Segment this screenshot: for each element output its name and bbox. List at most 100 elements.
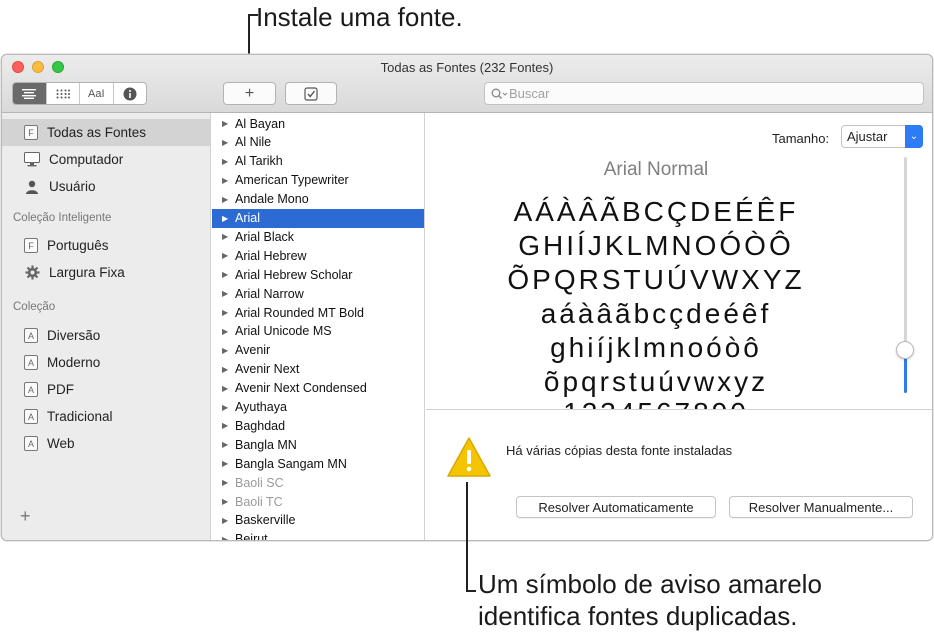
disclosure-triangle-icon[interactable]: ▶ <box>222 497 230 506</box>
font-list-item[interactable]: ▶ Arial Black <box>212 227 424 246</box>
search-field[interactable] <box>484 82 924 105</box>
font-list-item[interactable]: ▶ Bangla MN <box>212 435 424 454</box>
disclosure-triangle-icon[interactable]: ▶ <box>222 195 230 204</box>
font-list-item[interactable]: ▶ Arial Narrow <box>212 284 424 303</box>
disclosure-triangle-icon[interactable]: ▶ <box>222 119 230 128</box>
font-family-name: Arial Narrow <box>235 286 304 301</box>
disclosure-triangle-icon[interactable]: ▶ <box>222 308 230 317</box>
disclosure-triangle-icon[interactable]: ▶ <box>222 365 230 374</box>
resolve-manually-button[interactable]: Resolver Manualmente... <box>729 496 913 518</box>
disclosure-triangle-icon[interactable]: ▶ <box>222 138 230 147</box>
font-family-name: Al Tarikh <box>235 154 283 169</box>
font-list-item[interactable]: ▶ Baoli SC <box>212 473 424 492</box>
font-family-name: Avenir Next <box>235 362 300 377</box>
font-list-item[interactable]: ▶ Al Nile <box>212 133 424 152</box>
disclosure-triangle-icon[interactable]: ▶ <box>222 270 230 279</box>
font-list-item[interactable]: ▶ Arial Hebrew <box>212 246 424 265</box>
preview-line: 1234567890 <box>426 397 886 409</box>
sidebar-item-label: PDF <box>47 382 74 397</box>
sidebar-item-usuario[interactable]: Usuário <box>2 173 211 200</box>
sidebar-item-label: Computador <box>49 152 124 167</box>
sidebar-item-diversao[interactable]: A Diversão <box>2 322 211 349</box>
disclosure-triangle-icon[interactable]: ▶ <box>222 421 230 430</box>
disclosure-triangle-icon[interactable]: ▶ <box>222 478 230 487</box>
font-list-item[interactable]: ▶ Arial Rounded MT Bold <box>212 303 424 322</box>
preview-line: GHIÍJKLMNOÓÒÔ <box>518 230 794 261</box>
disclosure-triangle-icon[interactable]: ▶ <box>222 157 230 166</box>
disclosure-triangle-icon[interactable]: ▶ <box>222 289 230 298</box>
sidebar-item-tradicional[interactable]: A Tradicional <box>2 403 211 430</box>
add-font-button[interactable]: + <box>223 82 276 105</box>
font-family-name: Baskerville <box>235 513 296 528</box>
disclosure-triangle-icon[interactable]: ▶ <box>222 516 230 525</box>
validate-button[interactable] <box>285 82 337 105</box>
font-family-name: Ayuthaya <box>235 400 287 414</box>
callout-line-1: Um símbolo de aviso amarelo <box>478 569 822 599</box>
grid-view-button[interactable] <box>47 83 80 104</box>
font-list-item[interactable]: ▶ American Typewriter <box>212 171 424 190</box>
a-box-icon: A <box>24 436 38 451</box>
sidebar-item-label: Largura Fixa <box>49 265 125 280</box>
font-list-item[interactable]: ▶ Beirut <box>212 530 424 540</box>
callout-duplicate-warning: Um símbolo de aviso amarelo identifica f… <box>478 568 822 632</box>
sidebar-item-portugues[interactable]: F Português <box>2 232 211 259</box>
font-list-item[interactable]: ▶ Avenir Next Condensed <box>212 379 424 398</box>
sidebar-item-web[interactable]: A Web <box>2 430 211 457</box>
size-slider-knob[interactable] <box>896 341 914 359</box>
font-book-window: Todas as Fontes (232 Fontes) AaI + Busca… <box>1 54 933 541</box>
titlebar: Todas as Fontes (232 Fontes) AaI + <box>2 55 932 113</box>
font-list-item[interactable]: ▶ Al Bayan <box>212 114 424 133</box>
sidebar-item-todas-as-fontes[interactable]: F Todas as Fontes <box>2 119 211 146</box>
font-list-item[interactable]: ▶ Baskerville <box>212 511 424 530</box>
font-list-item[interactable]: ▶ Baghdad <box>212 416 424 435</box>
sidebar-item-label: Web <box>47 436 75 451</box>
font-family-name: American Typewriter <box>235 173 349 188</box>
search-input[interactable] <box>509 86 909 101</box>
disclosure-triangle-icon[interactable]: ▶ <box>222 327 230 336</box>
disclosure-triangle-icon[interactable]: ▶ <box>222 346 230 355</box>
add-collection-button[interactable]: + <box>20 506 31 527</box>
disclosure-triangle-icon[interactable]: ▶ <box>222 384 230 393</box>
info-view-button[interactable] <box>114 83 147 104</box>
font-list-item[interactable]: ▶ Arial Unicode MS <box>212 322 424 341</box>
disclosure-triangle-icon[interactable]: ▶ <box>222 251 230 260</box>
font-list-item[interactable]: ▶ Al Tarikh <box>212 152 424 171</box>
size-label: Tamanho: <box>772 131 830 146</box>
duplicate-info-pane: Há várias cópias desta fonte instaladas … <box>426 411 932 540</box>
sidebar-item-computador[interactable]: Computador <box>2 146 211 173</box>
font-family-name: Bangla Sangam MN <box>235 456 347 471</box>
list-view-button[interactable] <box>13 83 47 104</box>
sidebar-item-pdf[interactable]: A PDF <box>2 376 211 403</box>
font-family-name: Bangla MN <box>235 437 297 452</box>
list-lines-icon <box>22 88 37 99</box>
font-list-item[interactable]: ▶ Avenir Next <box>212 360 424 379</box>
sidebar-item-moderno[interactable]: A Moderno <box>2 349 211 376</box>
font-list-item[interactable]: ▶ Arial Hebrew Scholar <box>212 265 424 284</box>
font-list-item[interactable]: ▶ Ayuthaya <box>212 398 424 417</box>
disclosure-triangle-icon[interactable]: ▶ <box>222 440 230 449</box>
size-select[interactable]: Ajustar ⌄ <box>841 125 923 148</box>
font-list-item[interactable]: ▶ Andale Mono <box>212 190 424 209</box>
resolve-automatically-button[interactable]: Resolver Automaticamente <box>516 496 716 518</box>
disclosure-triangle-icon[interactable]: ▶ <box>222 214 230 223</box>
font-list-item[interactable]: ▶ Arial <box>212 208 424 228</box>
disclosure-triangle-icon[interactable]: ▶ <box>222 232 230 241</box>
font-family-name: Al Bayan <box>235 116 286 131</box>
disclosure-triangle-icon[interactable]: ▶ <box>222 459 230 468</box>
font-family-name: Avenir <box>235 343 271 358</box>
sidebar-item-largura-fixa[interactable]: Largura Fixa <box>2 259 211 286</box>
font-list-item[interactable]: ▶ Baoli TC <box>212 492 424 511</box>
preview-font-name: Arial Normal <box>603 159 709 180</box>
sidebar-item-label: Português <box>47 238 109 253</box>
checkbox-icon <box>304 86 318 101</box>
font-list-item[interactable]: ▶ Bangla Sangam MN <box>212 454 424 473</box>
disclosure-triangle-icon[interactable]: ▶ <box>222 403 230 412</box>
disclosure-triangle-icon[interactable]: ▶ <box>222 176 230 185</box>
font-list-item[interactable]: ▶ Avenir <box>212 341 424 360</box>
font-family-name: Arial <box>235 211 261 225</box>
collection-header: Coleção <box>13 301 56 313</box>
sample-view-button[interactable]: AaI <box>80 83 114 104</box>
warning-triangle-icon <box>447 437 491 477</box>
font-box-icon: F <box>24 238 38 253</box>
disclosure-triangle-icon[interactable]: ▶ <box>222 535 230 540</box>
